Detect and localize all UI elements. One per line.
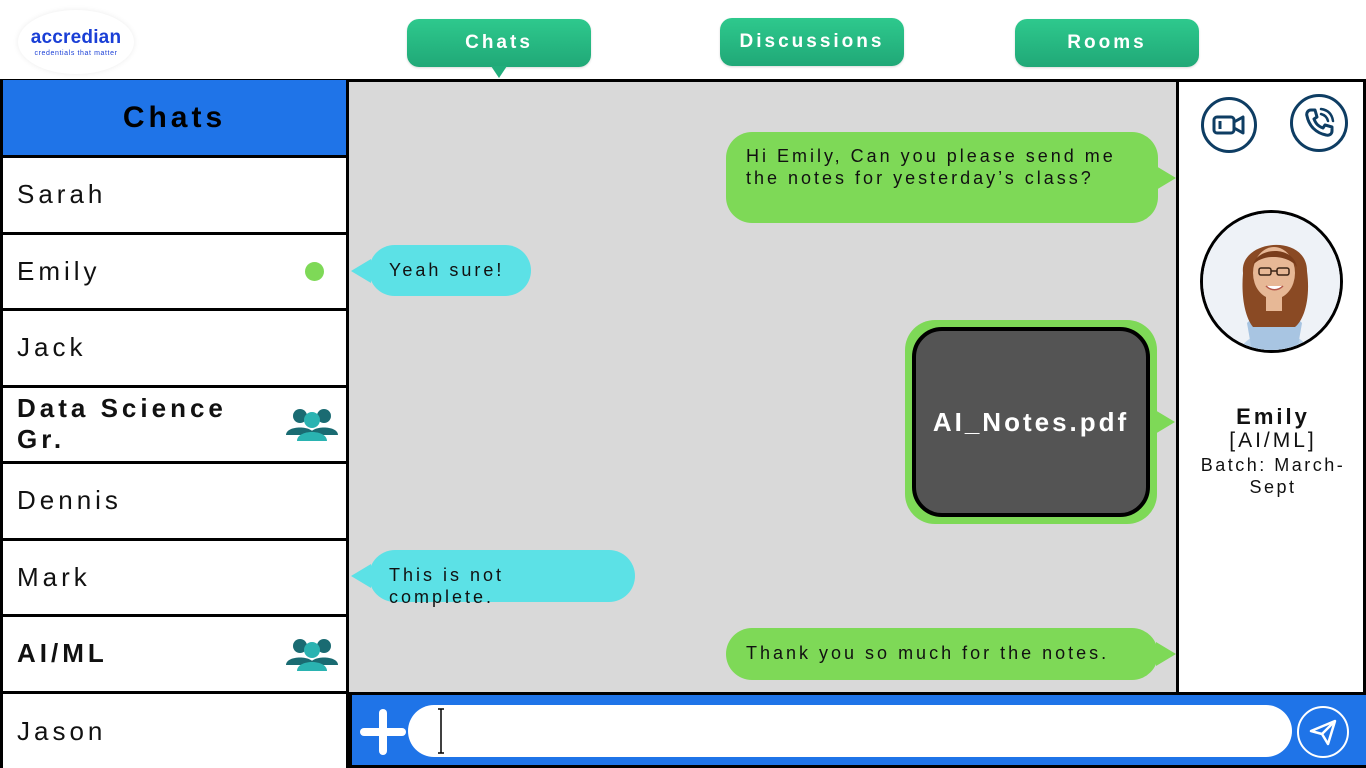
logo-tagline: credentials that matter [34, 50, 118, 57]
file-attachment[interactable]: AI_Notes.pdf [912, 327, 1150, 517]
message-text: Yeah sure! [389, 260, 505, 280]
accredian-logo: accredian credentials that matter [18, 10, 134, 74]
nav-discussions-button[interactable]: Discussions [720, 18, 904, 66]
message-composer [349, 692, 1366, 768]
bubble-tail [1155, 410, 1175, 434]
logo-text: accredian [30, 27, 122, 48]
bubble-tail [1156, 165, 1176, 190]
outgoing-message: Hi Emily, Can you please send me the not… [726, 132, 1176, 223]
active-nav-pointer [491, 66, 507, 78]
send-icon [1309, 719, 1337, 746]
group-icon [286, 409, 338, 442]
attach-button[interactable] [358, 707, 408, 757]
chat-item-label: Sarah [17, 179, 107, 210]
sidebar-title: Chats [3, 80, 346, 158]
contact-profile-panel: Emily [AI/ML] Batch: March-Sept [1176, 82, 1366, 692]
conversation-area[interactable]: Hi Emily, Can you please send me the not… [349, 82, 1176, 692]
incoming-message: This is not complete. [351, 550, 635, 607]
outgoing-file-message: AI_Notes.pdf [905, 320, 1175, 524]
text-cursor-icon [438, 708, 444, 754]
bubble-tail [351, 258, 371, 283]
video-call-icon [1212, 115, 1245, 135]
chat-item-label: Jack [17, 332, 87, 363]
incoming-message: Yeah sure! [351, 245, 531, 296]
chat-item-dennis[interactable]: Dennis [3, 464, 346, 541]
group-icon [286, 638, 338, 671]
contact-name: Emily [1236, 404, 1310, 429]
nav-rooms-button[interactable]: Rooms [1015, 19, 1199, 67]
chat-item-label: Data Science Gr. [17, 393, 227, 455]
online-status-icon [305, 261, 324, 281]
message-text: Hi Emily, Can you please send me the not… [746, 146, 1116, 188]
chat-item-label: AI/ML [17, 638, 108, 669]
contact-batch: Batch: March-Sept [1200, 455, 1346, 497]
chat-item-label: Mark [17, 561, 91, 592]
chat-item-label: Dennis [17, 485, 122, 516]
send-button[interactable] [1297, 706, 1349, 758]
bubble-tail [1156, 642, 1176, 666]
phone-icon [1305, 107, 1335, 137]
chat-item-sarah[interactable]: Sarah [3, 158, 346, 235]
chat-list-sidebar: Chats Sarah Emily Jack Data Science Gr. … [0, 80, 349, 768]
message-input[interactable] [408, 705, 1292, 757]
chat-item-jack[interactable]: Jack [3, 311, 346, 388]
chat-item-data-science-group[interactable]: Data Science Gr. [3, 388, 346, 464]
video-call-button[interactable] [1201, 97, 1257, 153]
file-name: AI_Notes.pdf [932, 407, 1130, 437]
chat-item-jason[interactable]: Jason [3, 694, 346, 768]
contact-avatar [1200, 210, 1343, 353]
chat-item-label: Jason [17, 716, 107, 747]
plus-icon [360, 709, 406, 755]
voice-call-button[interactable] [1290, 94, 1348, 152]
chat-item-mark[interactable]: Mark [3, 541, 346, 617]
chat-item-label: Emily [17, 255, 101, 286]
profile-photo [1203, 213, 1340, 350]
message-text: This is not complete. [389, 565, 505, 607]
chat-item-emily[interactable]: Emily [3, 235, 346, 311]
outgoing-message: Thank you so much for the notes. [726, 628, 1176, 680]
nav-chats-button[interactable]: Chats [407, 19, 591, 67]
message-text: Thank you so much for the notes. [746, 643, 1110, 663]
chat-item-ai-ml-group[interactable]: AI/ML [3, 617, 346, 694]
contact-group: [AI/ML] [1229, 429, 1317, 452]
bubble-tail [351, 564, 371, 588]
